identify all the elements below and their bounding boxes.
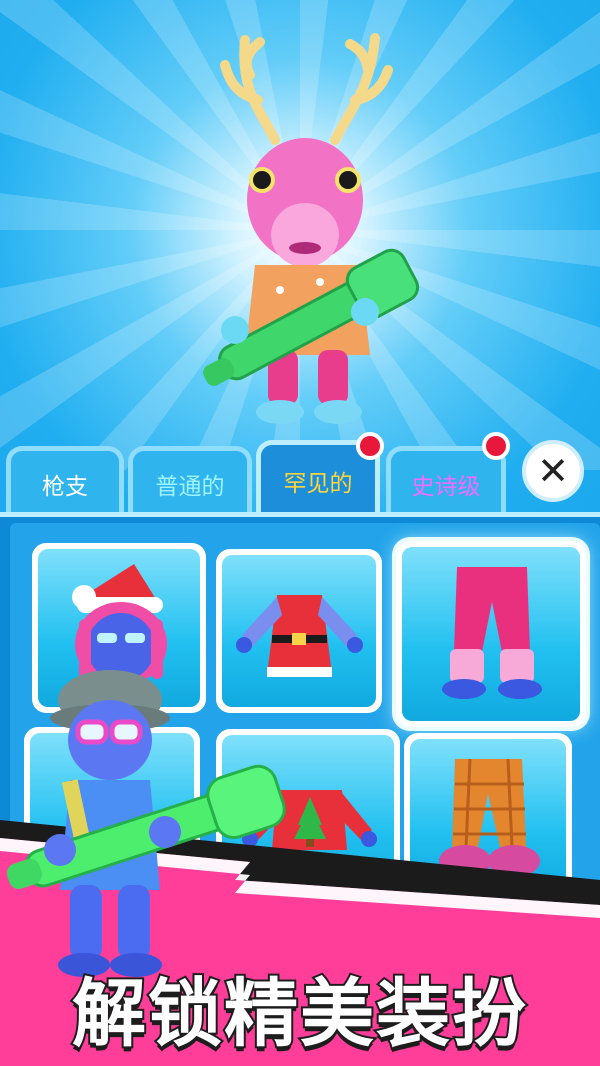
pink-pants-icon <box>442 567 542 699</box>
rare-notification-badge <box>356 432 384 460</box>
tab-guns[interactable]: 枪支 <box>6 446 124 516</box>
category-tabs: 枪支 普通的 罕见的 史诗级 <box>0 432 600 516</box>
plaid-pants-icon <box>439 758 540 877</box>
tab-label: 罕见的 <box>283 470 353 497</box>
promo-banner: 解锁精美装扮 <box>0 948 600 1066</box>
reindeer-character-preview <box>203 33 420 424</box>
epic-notification-badge <box>482 432 510 460</box>
banner-title: 解锁精美装扮 <box>70 969 528 1059</box>
blue-character-with-bazooka <box>6 670 286 977</box>
tab-label: 枪支 <box>42 473 88 500</box>
tab-label: 普通的 <box>155 473 225 500</box>
close-icon[interactable]: ✕ <box>522 440 584 502</box>
item-card-pink-pants[interactable] <box>396 541 586 727</box>
tab-label: 史诗级 <box>411 473 481 500</box>
item-card-plaid-pants[interactable] <box>404 733 572 903</box>
tab-common[interactable]: 普通的 <box>128 446 252 516</box>
